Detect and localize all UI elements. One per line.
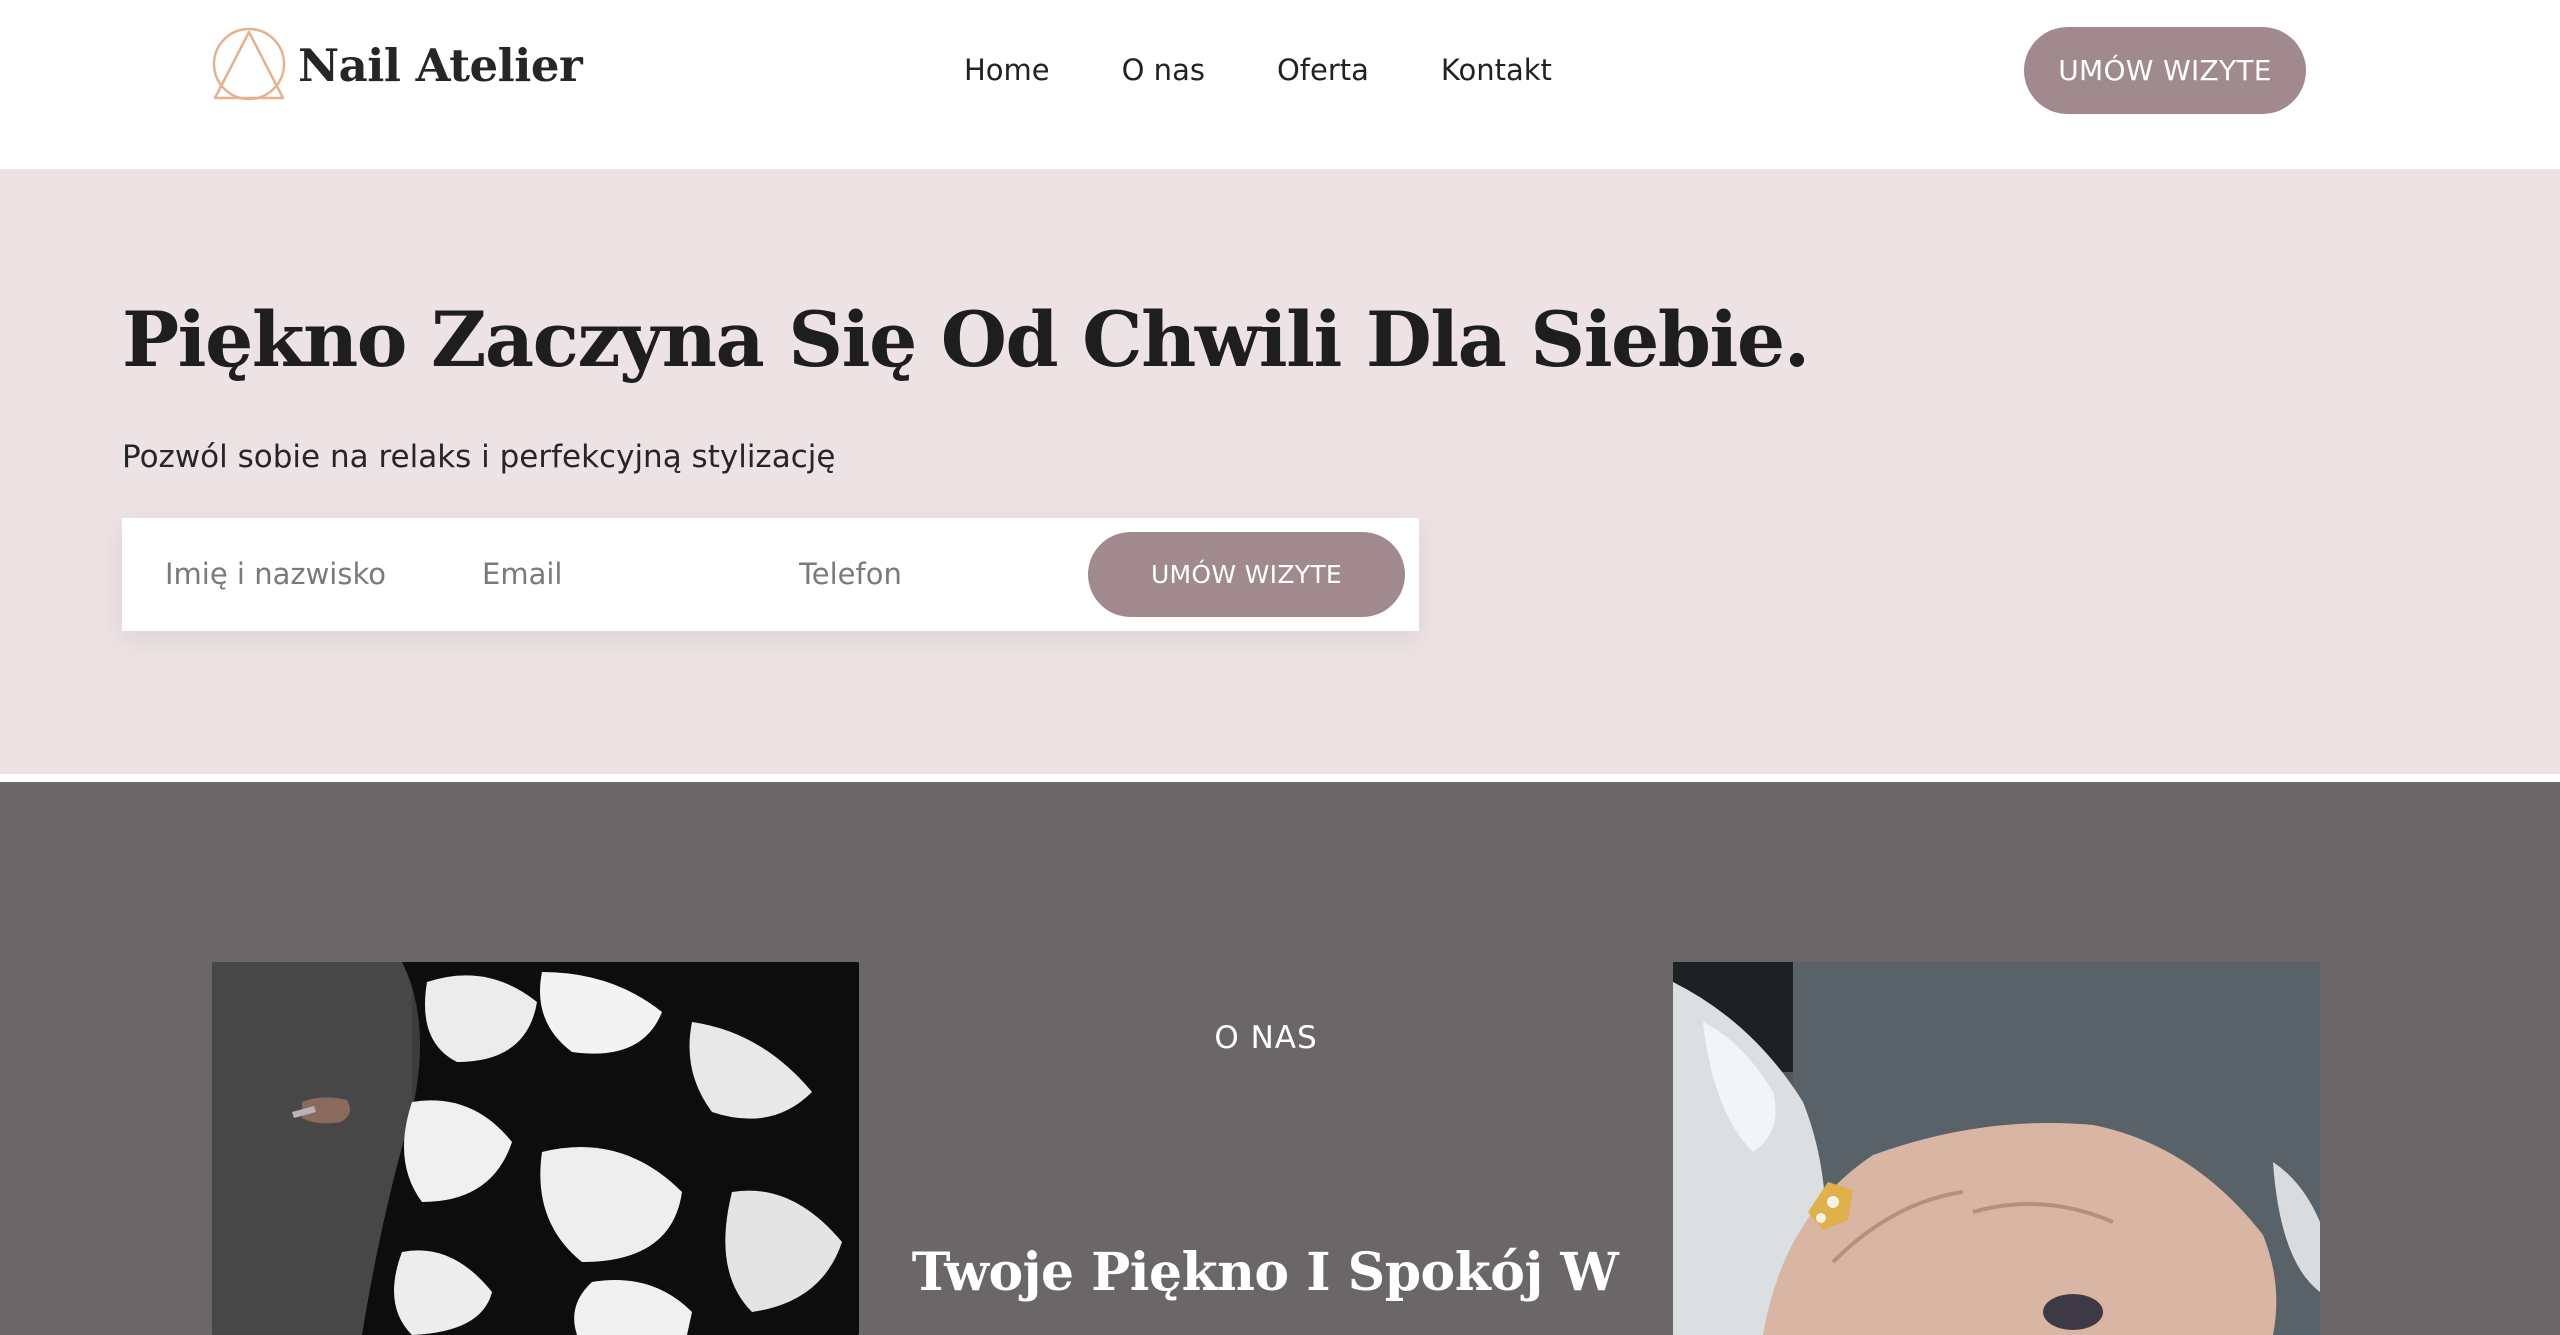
nav-item-o-nas[interactable]: O nas [1122, 53, 1205, 87]
hero-subtitle: Pozwól sobie na relaks i perfekcyjną sty… [122, 439, 836, 475]
phone-input[interactable] [799, 546, 1079, 602]
hero-title: Piękno Zaczyna Się Od Chwili Dla Siebie. [122, 295, 1810, 384]
fur-coat-photo [212, 962, 859, 1335]
site-header: Nail Atelier Home O nas Oferta Kontakt U… [0, 0, 2560, 169]
booking-form: UMÓW WIZYTE [122, 518, 1419, 631]
logo[interactable]: Nail Atelier [210, 25, 583, 105]
about-section: O NAS Twoje Piękno I Spokój W [0, 782, 2560, 1335]
email-input[interactable] [482, 546, 762, 602]
hero-section: Piękno Zaczyna Się Od Chwili Dla Siebie.… [0, 169, 2560, 774]
triangle-in-circle-icon [212, 27, 286, 101]
about-eyebrow: O NAS [1214, 1020, 1318, 1056]
brand-name: Nail Atelier [298, 38, 583, 92]
nav-item-home[interactable]: Home [964, 53, 1050, 87]
submit-booking-button[interactable]: UMÓW WIZYTE [1088, 532, 1405, 617]
nav-item-oferta[interactable]: Oferta [1277, 53, 1369, 87]
main-nav: Home O nas Oferta Kontakt [964, 50, 1552, 90]
book-appointment-button[interactable]: UMÓW WIZYTE [2024, 27, 2306, 114]
fur-coat-illustration [212, 962, 859, 1335]
hand-ring-illustration [1673, 962, 2320, 1335]
name-input[interactable] [165, 546, 445, 602]
hand-with-ring-photo [1673, 962, 2320, 1335]
about-title: Twoje Piękno I Spokój W [911, 1242, 1619, 1303]
nav-item-kontakt[interactable]: Kontakt [1441, 53, 1552, 87]
